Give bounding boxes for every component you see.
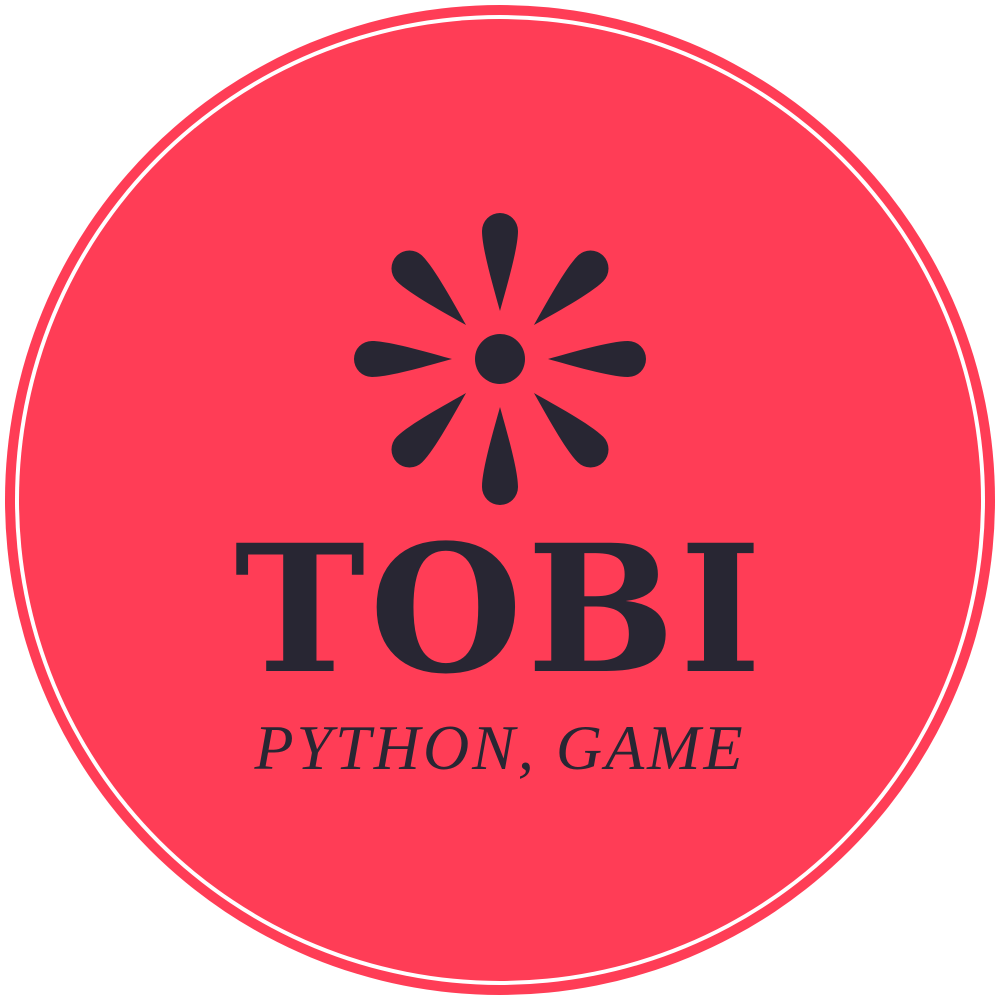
logo-badge: TOBI PYTHON, GAME: [0, 0, 1000, 1000]
logo-title: TOBI: [234, 506, 766, 713]
flower-center: [475, 334, 525, 384]
logo-subtitle: PYTHON, GAME: [254, 712, 746, 783]
flower-icon: [354, 213, 646, 505]
badge-graphic: [5, 5, 995, 995]
